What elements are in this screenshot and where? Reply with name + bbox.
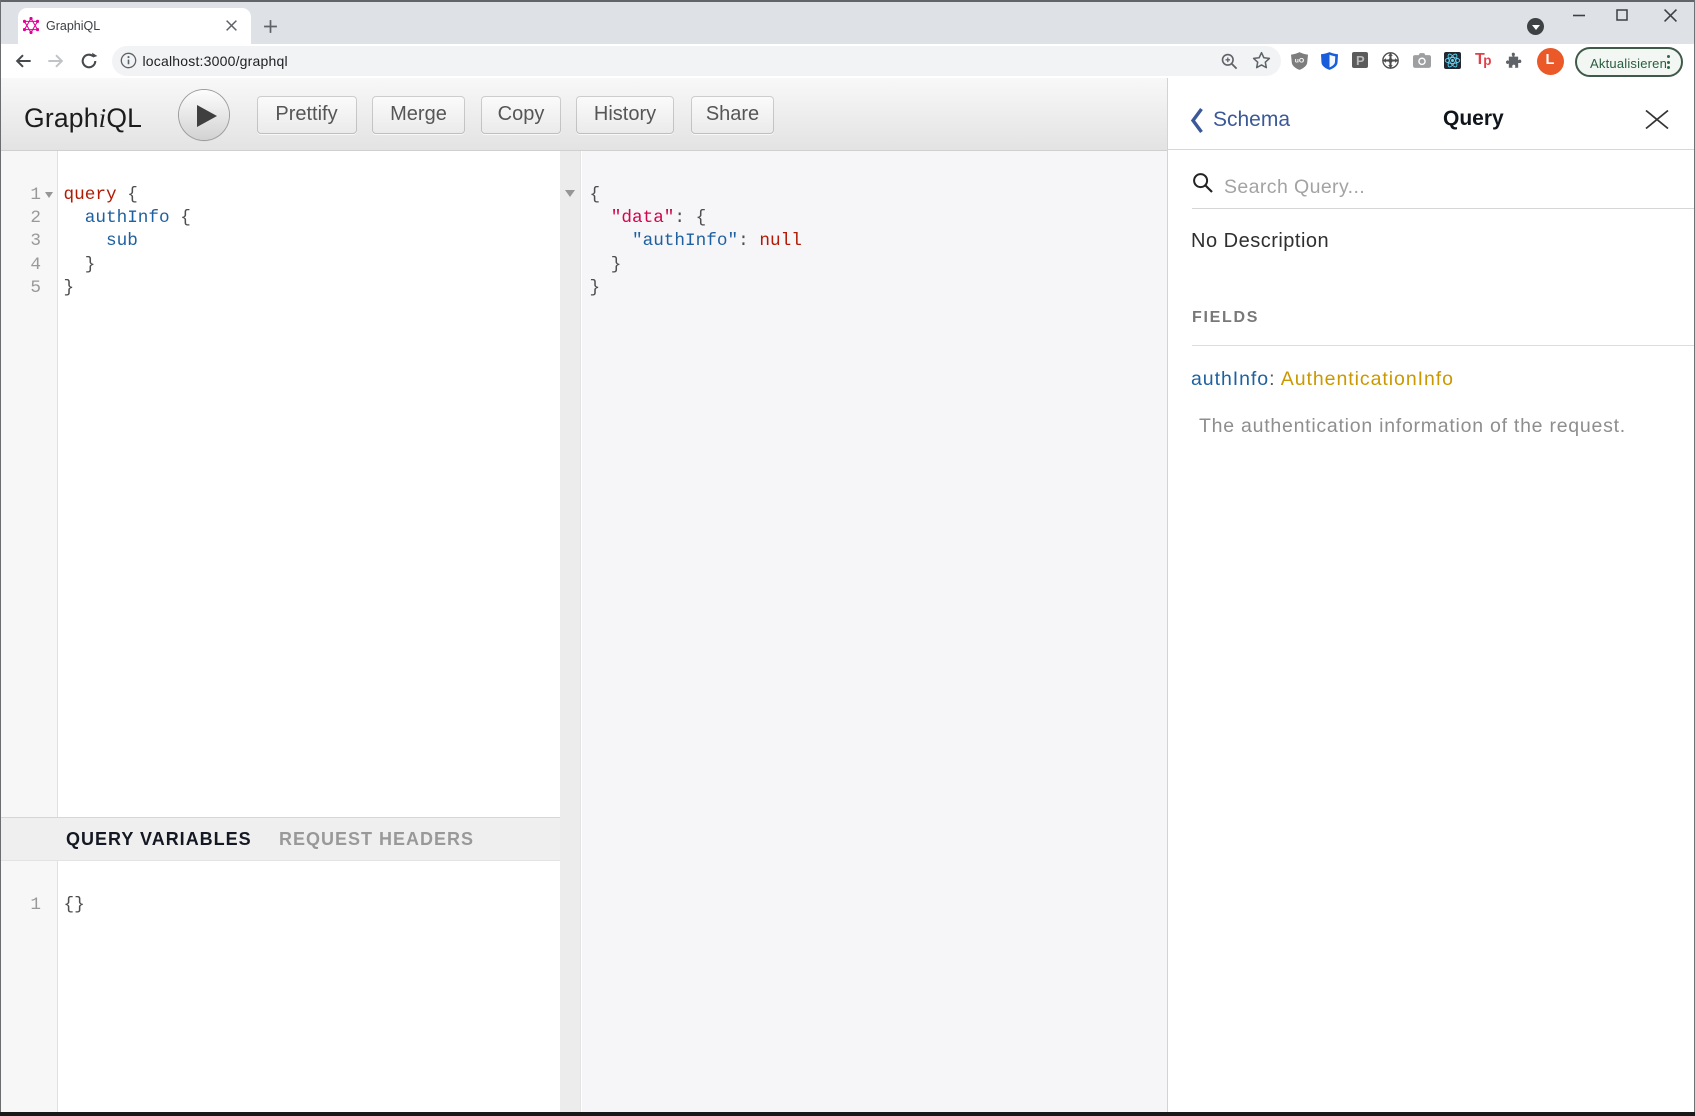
- svg-text:uO: uO: [1295, 58, 1304, 65]
